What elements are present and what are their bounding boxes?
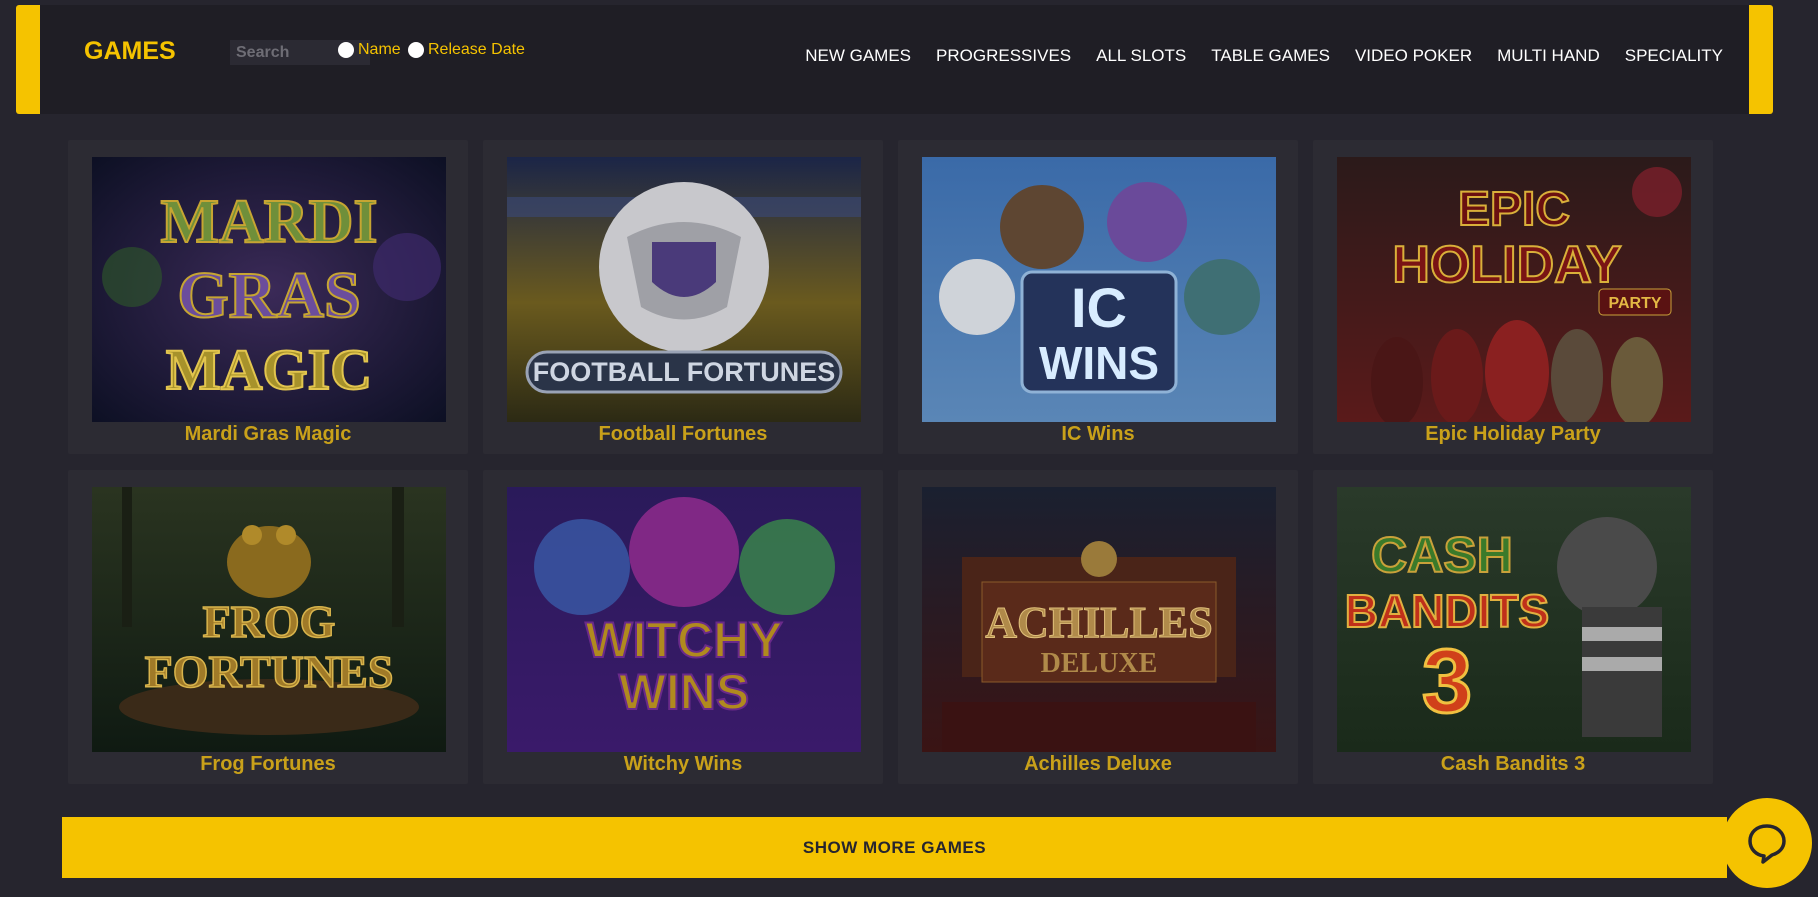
art-text: EPIC	[1458, 183, 1570, 236]
art-text: BANDITS	[1345, 585, 1549, 637]
games-grid: MARDI GRAS MAGIC Mardi Gras Magic FOOTBA…	[68, 140, 1713, 784]
sort-by-release-date-label: Release Date	[428, 41, 525, 58]
games-heading: GAMES	[84, 37, 176, 65]
art-text: CASH	[1371, 527, 1513, 583]
game-title[interactable]: Achilles Deluxe	[898, 753, 1298, 776]
category-nav: NEW GAMES PROGRESSIVES ALL SLOTS TABLE G…	[805, 46, 1723, 66]
sort-by-name-radio[interactable]: Name	[338, 41, 401, 59]
nav-new-games[interactable]: NEW GAMES	[805, 46, 911, 66]
sort-by-release-date-radio[interactable]: Release Date	[408, 41, 525, 59]
art-text: ACHILLES	[985, 598, 1212, 647]
game-card-football-fortunes[interactable]: FOOTBALL FORTUNES Football Fortunes	[483, 140, 883, 454]
game-title[interactable]: Epic Holiday Party	[1313, 423, 1713, 446]
game-thumbnail[interactable]: MARDI GRAS MAGIC	[92, 157, 446, 422]
game-title[interactable]: IC Wins	[898, 423, 1298, 446]
game-title[interactable]: Frog Fortunes	[68, 753, 468, 776]
game-card-achilles-deluxe[interactable]: ACHILLES DELUXE Achilles Deluxe	[898, 470, 1298, 784]
nav-multi-hand[interactable]: MULTI HAND	[1497, 46, 1600, 66]
nav-progressives[interactable]: PROGRESSIVES	[936, 46, 1071, 66]
game-thumbnail[interactable]: WITCHY WINS	[507, 487, 861, 752]
art-text: DELUXE	[1041, 648, 1158, 679]
game-title[interactable]: Witchy Wins	[483, 753, 883, 776]
game-card-mardi-gras-magic[interactable]: MARDI GRAS MAGIC Mardi Gras Magic	[68, 140, 468, 454]
chat-button[interactable]	[1722, 798, 1812, 888]
art-text: WINS	[1039, 337, 1159, 389]
show-more-games-button[interactable]: SHOW MORE GAMES	[62, 817, 1727, 878]
top-bar: GAMES Name Release Date NEW GAMES PROGRE…	[16, 5, 1773, 114]
game-card-witchy-wins[interactable]: WITCHY WINS Witchy Wins	[483, 470, 883, 784]
game-card-epic-holiday-party[interactable]: EPIC HOLIDAY PARTY Epic Holiday Party	[1313, 140, 1713, 454]
game-thumbnail[interactable]: CASH BANDITS 3	[1337, 487, 1691, 752]
art-text: HOLIDAY	[1392, 236, 1621, 294]
art-text: FORTUNES	[145, 646, 394, 697]
art-text: PARTY	[1608, 295, 1661, 312]
art-text: FROG	[203, 596, 336, 647]
game-card-cash-bandits-3[interactable]: CASH BANDITS 3 Cash Bandits 3	[1313, 470, 1713, 784]
game-title[interactable]: Cash Bandits 3	[1313, 753, 1713, 776]
sort-by-name-label: Name	[358, 41, 401, 58]
art-text: GRAS	[177, 259, 360, 332]
art-text: 3	[1422, 632, 1472, 732]
nav-speciality[interactable]: SPECIALITY	[1625, 46, 1723, 66]
game-card-ic-wins[interactable]: IC WINS IC Wins	[898, 140, 1298, 454]
art-text: WITCHY	[585, 612, 782, 668]
game-thumbnail[interactable]: ACHILLES DELUXE	[922, 487, 1276, 752]
nav-all-slots[interactable]: ALL SLOTS	[1096, 46, 1186, 66]
art-text: WINS	[619, 664, 750, 720]
chat-bubble-icon[interactable]	[1746, 822, 1788, 864]
radio-circle[interactable]	[408, 42, 424, 58]
game-title[interactable]: Mardi Gras Magic	[68, 423, 468, 446]
nav-table-games[interactable]: TABLE GAMES	[1211, 46, 1330, 66]
art-text: FOOTBALL FORTUNES	[533, 357, 835, 387]
game-thumbnail[interactable]: IC WINS	[922, 157, 1276, 422]
game-thumbnail[interactable]: EPIC HOLIDAY PARTY	[1337, 157, 1691, 422]
art-text: MARDI	[161, 188, 378, 256]
nav-video-poker[interactable]: VIDEO POKER	[1355, 46, 1472, 66]
art-text: MAGIC	[166, 337, 372, 402]
art-text: IC	[1071, 276, 1127, 339]
game-card-frog-fortunes[interactable]: FROG FORTUNES Frog Fortunes	[68, 470, 468, 784]
game-title[interactable]: Football Fortunes	[483, 423, 883, 446]
radio-circle[interactable]	[338, 42, 354, 58]
game-thumbnail[interactable]: FOOTBALL FORTUNES	[507, 157, 861, 422]
game-thumbnail[interactable]: FROG FORTUNES	[92, 487, 446, 752]
